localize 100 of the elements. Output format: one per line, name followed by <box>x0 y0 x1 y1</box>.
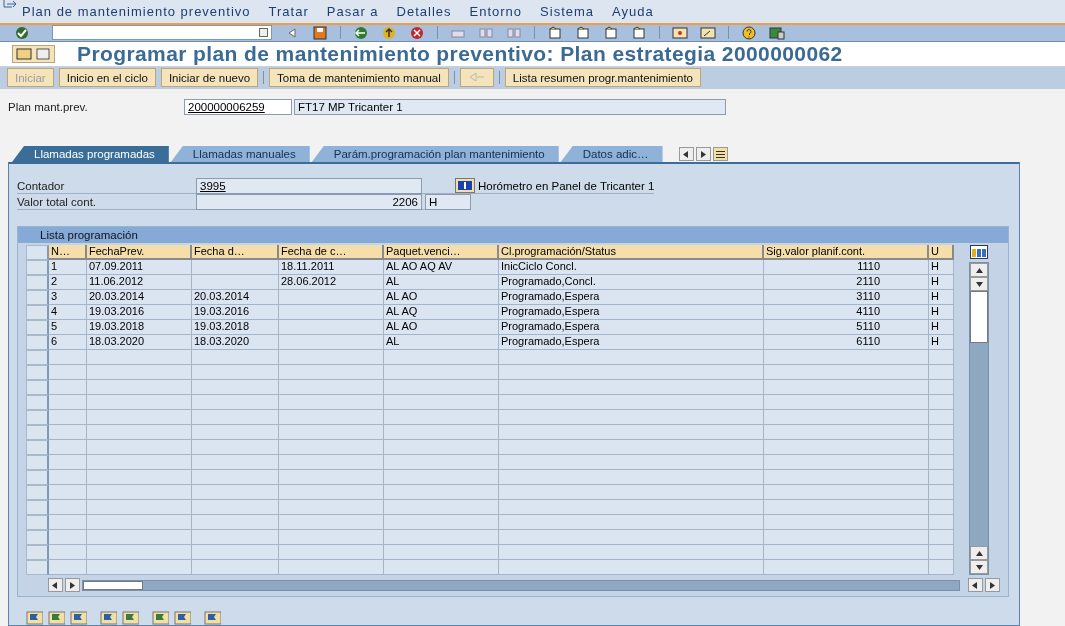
table-cell: 18.03.2020 <box>192 335 279 350</box>
table-cell <box>49 410 87 425</box>
menu-item[interactable]: Entorno <box>469 3 523 19</box>
menu-item[interactable]: Plan de mantenimiento preventivo <box>22 3 251 19</box>
group-title: Lista programación <box>18 227 1008 243</box>
menu-item[interactable]: Tratar <box>268 3 309 19</box>
table-cell <box>49 365 87 380</box>
table-cell <box>49 485 87 500</box>
down-arrow-icon[interactable] <box>974 563 984 571</box>
table-cell: InicCiclo Concl. <box>499 260 764 275</box>
field-label: Plan mant.prev. <box>8 101 89 114</box>
scroll-down-button[interactable] <box>970 560 988 574</box>
table-cell: Programado,Espera <box>499 320 764 335</box>
column-header[interactable]: Fecha de c… <box>279 245 384 260</box>
up-arrow-icon[interactable] <box>974 549 984 557</box>
table-cell <box>49 425 87 440</box>
cancel-icon[interactable] <box>409 25 425 40</box>
up-arrow-icon[interactable] <box>974 266 984 274</box>
table-cell: Programado,Espera <box>499 305 764 320</box>
tab[interactable]: Llamadas programadas <box>12 146 169 162</box>
table-cell <box>49 560 87 575</box>
table-cell: H <box>929 320 954 335</box>
table-cell <box>929 365 954 380</box>
menu-item[interactable]: Detalles <box>396 3 452 19</box>
table-cell: Programado,Concl. <box>499 275 764 290</box>
table-cell: 19.03.2016 <box>87 305 192 320</box>
scroll-up-button[interactable] <box>970 263 988 277</box>
table-cell <box>929 530 954 545</box>
table-cell: 6110 <box>764 335 929 350</box>
transfer-icon <box>467 71 486 83</box>
tab[interactable]: Llamadas manuales <box>170 146 310 162</box>
field-label: Contador <box>17 179 66 192</box>
table-cell: 1 <box>49 260 87 275</box>
table-cell <box>929 560 954 575</box>
column-header[interactable]: N… <box>49 245 87 260</box>
table-cell <box>929 425 954 440</box>
table-cell <box>929 380 954 395</box>
down-arrow-icon[interactable] <box>974 280 984 288</box>
save-icon[interactable] <box>312 25 328 40</box>
scroll-down-button[interactable] <box>970 277 988 291</box>
table-cell: 1110 <box>764 260 929 275</box>
toolbar-button[interactable]: Lista resumen progr.mantenimiento <box>504 68 701 88</box>
menu-item[interactable]: Pasar a <box>326 3 379 19</box>
table-cell: 3110 <box>764 290 929 305</box>
checkmark-icon[interactable] <box>14 25 30 40</box>
table-cell <box>49 530 87 545</box>
table-cell <box>929 440 954 455</box>
table-cell: 3 <box>49 290 87 305</box>
plan-number-field[interactable]: 200000006259 <box>184 99 292 116</box>
back-icon[interactable] <box>353 25 369 40</box>
field-label: Valor total cont. <box>17 195 98 208</box>
table-cell: AL AO <box>384 320 499 335</box>
tab[interactable]: Parám.programación plan mantenimiento <box>311 146 559 162</box>
horizontal-scrollbar[interactable] <box>82 579 960 591</box>
column-settings-icon[interactable] <box>970 245 988 259</box>
screen-title: Programar plan de mantenimiento preventivo: Plan estrategia 2000000062 <box>77 41 843 66</box>
column-header[interactable]: Fecha d… <box>192 245 279 260</box>
table-cell <box>49 350 87 365</box>
table-cell: H <box>929 275 954 290</box>
table-cell: 18.11.2011 <box>279 260 384 275</box>
table-cell: 5110 <box>764 320 929 335</box>
tab[interactable]: Datos adic… <box>560 146 663 162</box>
table-cell: 07.09.2011 <box>87 260 192 275</box>
column-header[interactable]: U <box>929 245 954 260</box>
toolbar-button[interactable]: Iniciar de nuevo <box>160 68 259 88</box>
table-cell <box>929 515 954 530</box>
scroll-up-button[interactable] <box>970 546 988 560</box>
table-cell: H <box>929 260 954 275</box>
table-cell <box>49 395 87 410</box>
vertical-scrollbar[interactable] <box>969 262 989 575</box>
menu-item[interactable]: Sistema <box>540 3 595 19</box>
flag-icon[interactable] <box>203 611 221 625</box>
table-cell: 20.03.2014 <box>87 290 192 305</box>
command-field[interactable] <box>52 25 272 41</box>
info-icon[interactable] <box>455 178 475 193</box>
toolbar-button[interactable]: Inicio en el ciclo <box>58 68 156 88</box>
table-cell: 19.03.2018 <box>87 320 192 335</box>
toolbar-button[interactable]: Toma de mantenimiento manual <box>269 68 449 88</box>
help-icon[interactable] <box>741 25 757 40</box>
column-header[interactable]: Cl.programación/Status <box>499 245 764 260</box>
table-cell <box>49 470 87 485</box>
plan-description-field: FT17 MP Tricanter 1 <box>294 99 726 116</box>
scroll-thumb[interactable] <box>83 580 143 590</box>
table-cell: 11.06.2012 <box>87 275 192 290</box>
column-header[interactable]: Paquet.venci… <box>384 245 499 260</box>
counter-field[interactable]: 3995 <box>196 177 422 194</box>
table-cell: AL AQ <box>384 305 499 320</box>
column-header[interactable]: Sig.valor planif.cont. <box>764 245 929 260</box>
table-cell <box>929 485 954 500</box>
menu-item[interactable]: Ayuda <box>612 3 654 19</box>
table-cell: Programado,Espera <box>499 290 764 305</box>
column-header[interactable]: FechaPrev. <box>87 245 192 260</box>
flag-icon[interactable] <box>25 611 43 625</box>
counter-description: Horómetro en Panel de Tricanter 1 <box>478 179 655 192</box>
table-cell <box>929 500 954 515</box>
app-menu-icon[interactable] <box>3 0 17 9</box>
table-cell: 5 <box>49 320 87 335</box>
table-cell <box>929 410 954 425</box>
scroll-thumb[interactable] <box>970 291 988 343</box>
table-cell <box>929 545 954 560</box>
